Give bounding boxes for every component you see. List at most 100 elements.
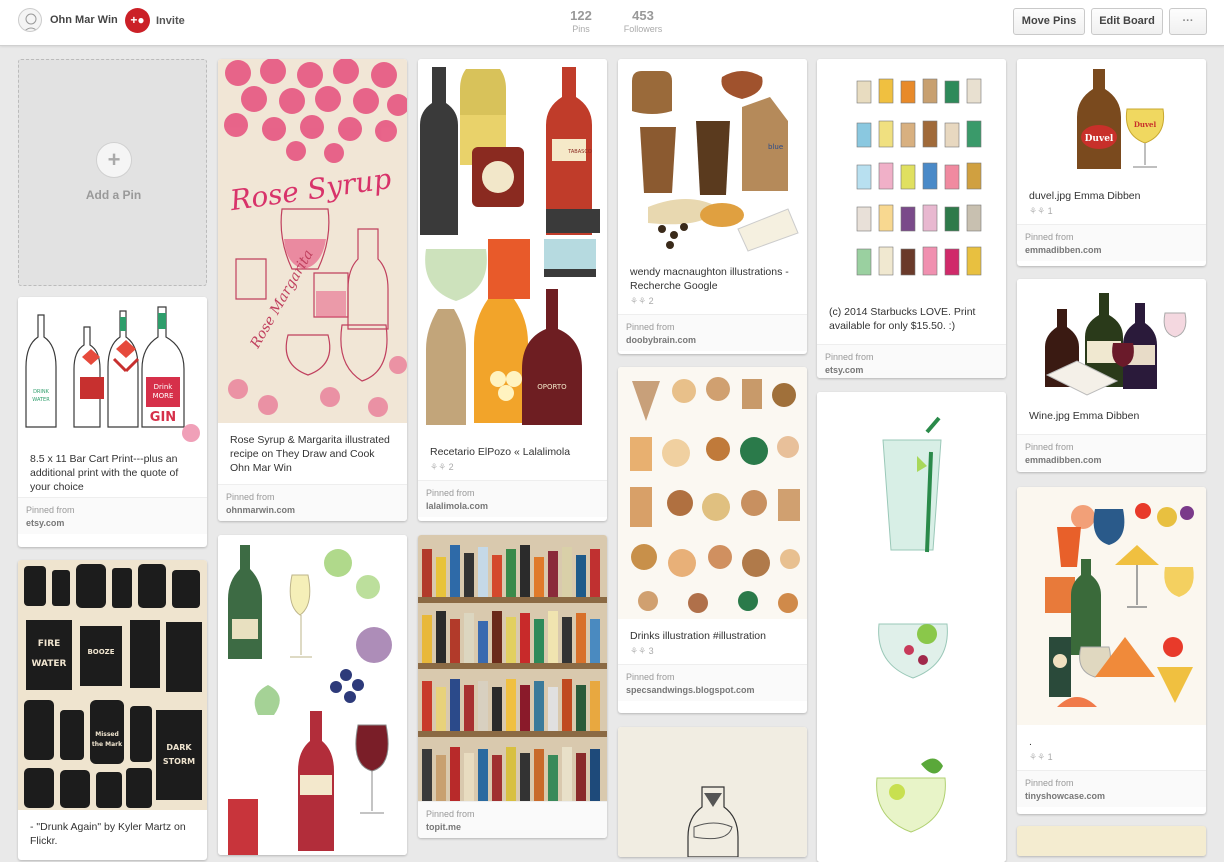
- repin-count: ⚘⚘ 2: [418, 462, 607, 480]
- pin-image[interactable]: OPORTO TABASCO: [418, 59, 607, 435]
- repin-count: ⚘⚘ 2: [618, 296, 807, 314]
- svg-text:blue: blue: [768, 143, 783, 151]
- svg-text:BOOZE: BOOZE: [87, 648, 114, 656]
- pin-description: - "Drunk Again" by Kyler Martz on Flickr…: [30, 821, 186, 847]
- pin-card[interactable]: blue wendy macnaughton illustrations - R…: [618, 59, 807, 354]
- repin-icon: ⚘⚘: [1029, 206, 1046, 216]
- repin-icon: ⚘⚘: [1029, 752, 1046, 762]
- followers-count[interactable]: 453 Followers: [621, 8, 665, 34]
- pin-card[interactable]: Drink MORE GIN DRINK WATER 8.5 x 11 Bar …: [18, 297, 207, 547]
- svg-text:TABASCO: TABASCO: [567, 149, 592, 155]
- pin-card[interactable]: FIRE WATER BOOZE DARK STORM Missed the Mark…: [18, 560, 207, 860]
- pin-image[interactable]: Duvel Duvel: [1017, 59, 1206, 179]
- svg-text:Duvel: Duvel: [1134, 120, 1157, 129]
- pin-card[interactable]: [618, 727, 807, 857]
- pin-source-link[interactable]: ohnmarwin.com: [226, 505, 399, 515]
- pin-source-link[interactable]: emmadibben.com: [1025, 245, 1198, 255]
- pinned-from: Pinned from emmadibben.com: [1017, 224, 1206, 261]
- repin-count: ⚘⚘ 3: [618, 646, 807, 664]
- move-pins-button[interactable]: Move Pins: [1013, 8, 1085, 35]
- invite-link[interactable]: Invite: [156, 15, 185, 27]
- pin-image[interactable]: blue: [618, 59, 807, 255]
- pin-source-link[interactable]: etsy.com: [26, 518, 199, 528]
- edit-board-button[interactable]: Edit Board: [1091, 8, 1163, 35]
- pin-description: Drinks illustration #illustration: [630, 630, 766, 642]
- pinned-from: Pinned from lalalimola.com: [418, 480, 607, 517]
- pinned-from: Pinned from emmadibben.com: [1017, 434, 1206, 471]
- pinned-from-label: Pinned from: [1025, 778, 1074, 788]
- repin-icon: ⚘⚘: [630, 646, 647, 656]
- pinned-from: Pinned from ohnmarwin.com: [218, 484, 407, 521]
- pin-card[interactable]: [1017, 826, 1206, 856]
- add-pin-button[interactable]: + Add a Pin: [18, 59, 207, 286]
- more-options-button[interactable]: ···: [1169, 8, 1207, 35]
- add-collaborator-icon[interactable]: +●: [125, 8, 150, 33]
- pin-card[interactable]: (c) 2014 Starbucks LOVE. Print available…: [817, 59, 1006, 378]
- svg-text:STORM: STORM: [163, 757, 195, 766]
- pin-source-link[interactable]: tinyshowcase.com: [1025, 791, 1198, 801]
- followers-count-label: Followers: [623, 24, 663, 34]
- repin-count-value: 1: [1047, 752, 1053, 762]
- repin-icon: ⚘⚘: [630, 296, 647, 306]
- pin-image[interactable]: [618, 367, 807, 619]
- pin-image[interactable]: [618, 727, 807, 857]
- pinned-from-label: Pinned from: [226, 492, 275, 502]
- pin-card[interactable]: . ⚘⚘ 1 Pinned from tinyshowcase.com: [1017, 487, 1206, 814]
- pinned-from-label: Pinned from: [426, 809, 475, 819]
- pin-image[interactable]: [817, 392, 1006, 862]
- pin-card[interactable]: [218, 535, 407, 855]
- pin-image[interactable]: [418, 535, 607, 801]
- pinned-from-label: Pinned from: [626, 672, 675, 682]
- svg-text:DARK: DARK: [166, 743, 192, 752]
- repin-count-value: 2: [448, 462, 454, 472]
- svg-text:the Mark: the Mark: [92, 741, 123, 748]
- pin-card[interactable]: Wine.jpg Emma Dibben Pinned from emmadib…: [1017, 279, 1206, 472]
- pin-source-link[interactable]: emmadibben.com: [1025, 455, 1198, 465]
- pin-image[interactable]: [1017, 826, 1206, 856]
- svg-text:Missed: Missed: [95, 731, 119, 738]
- pin-description: wendy macnaughton illustrations - Recher…: [630, 266, 789, 292]
- pin-source-link[interactable]: specsandwings.blogspot.com: [626, 685, 799, 695]
- pinned-from: Pinned from etsy.com: [18, 497, 207, 534]
- pin-source-link[interactable]: topit.me: [426, 822, 599, 832]
- pin-image[interactable]: [218, 535, 407, 855]
- pinned-from: Pinned from etsy.com: [817, 344, 1006, 378]
- pin-source-link[interactable]: lalalimola.com: [426, 501, 599, 511]
- pin-image[interactable]: [1017, 487, 1206, 725]
- pin-description: (c) 2014 Starbucks LOVE. Print available…: [829, 306, 976, 332]
- pin-card[interactable]: Rose Syrup Rose Margarita Rose Syrup & M…: [218, 59, 407, 521]
- pin-image[interactable]: FIRE WATER BOOZE DARK STORM Missed the Mark: [18, 560, 207, 810]
- pin-card[interactable]: Duvel Duvel duvel.jpg Emma Dibben ⚘⚘ 1 P…: [1017, 59, 1206, 266]
- add-pin-label: Add a Pin: [85, 188, 142, 202]
- pins-count[interactable]: 122 Pins: [566, 8, 596, 34]
- pin-card[interactable]: Drinks illustration #illustration ⚘⚘ 3 P…: [618, 367, 807, 713]
- pins-count-label: Pins: [572, 24, 590, 34]
- repin-count: ⚘⚘ 1: [1017, 206, 1206, 224]
- repin-count-value: 3: [648, 646, 654, 656]
- pin-image[interactable]: Drink MORE GIN DRINK WATER: [18, 297, 207, 442]
- pin-image[interactable]: [1017, 279, 1206, 399]
- pin-card[interactable]: OPORTO TABASCO Recetario ElPozo « Lalali…: [418, 59, 607, 521]
- pin-source-link[interactable]: doobybrain.com: [626, 335, 799, 345]
- pinned-from-label: Pinned from: [825, 352, 874, 362]
- svg-text:FIRE: FIRE: [38, 639, 61, 649]
- svg-text:Drink: Drink: [154, 383, 174, 391]
- pinned-from: Pinned from tinyshowcase.com: [1017, 770, 1206, 807]
- pin-description: .: [1029, 736, 1032, 748]
- pinned-from-label: Pinned from: [1025, 232, 1074, 242]
- board-header: Ohn Mar Win +● Invite 122 Pins 453 Follo…: [0, 0, 1224, 46]
- pins-count-value: 122: [570, 8, 592, 23]
- pin-card[interactable]: Pinned from topit.me: [418, 535, 607, 838]
- followers-count-value: 453: [632, 8, 654, 23]
- pin-image[interactable]: Rose Syrup Rose Margarita: [218, 59, 407, 423]
- pin-image[interactable]: [817, 59, 1006, 295]
- pin-description: Wine.jpg Emma Dibben: [1029, 410, 1140, 422]
- pinned-from: Pinned from doobybrain.com: [618, 314, 807, 351]
- owner-name[interactable]: Ohn Mar Win: [50, 14, 118, 26]
- repin-icon: ⚘⚘: [430, 462, 447, 472]
- repin-count: ⚘⚘ 1: [1017, 752, 1206, 770]
- pin-source-link[interactable]: etsy.com: [825, 365, 998, 375]
- pin-card[interactable]: [817, 392, 1006, 862]
- repin-count-value: 2: [648, 296, 654, 306]
- owner-avatar[interactable]: [18, 8, 42, 32]
